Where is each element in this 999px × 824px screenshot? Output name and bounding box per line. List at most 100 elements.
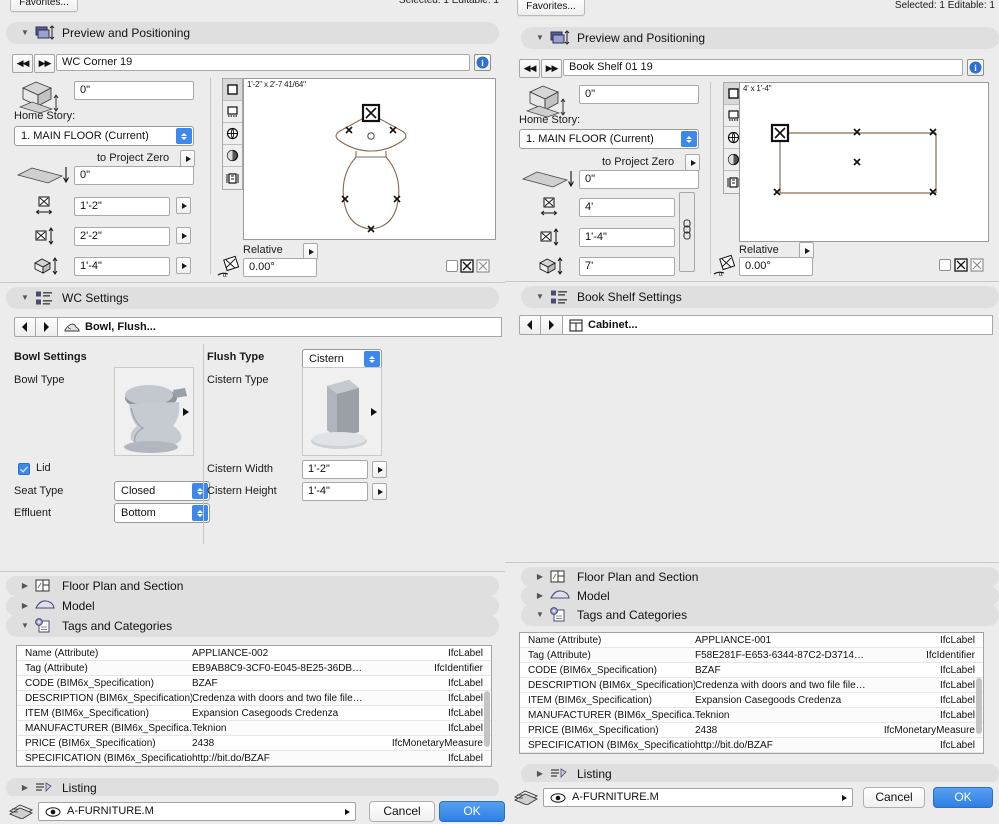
disclosure-triangle-closed-icon[interactable]: ▶ <box>18 784 32 792</box>
project-zero-popup-button[interactable] <box>685 154 700 171</box>
attributes-scrollbar-thumb[interactable] <box>484 691 490 747</box>
section-header-model[interactable]: ▶ Model <box>521 586 999 606</box>
section-header-bookshelf-settings[interactable]: ▼ Book Shelf Settings <box>521 286 999 308</box>
cistern-type-picker[interactable] <box>302 367 382 456</box>
object-preview-2d[interactable]: 1'-2" x 2'-7 41/64" <box>243 78 496 240</box>
project-zero-popup-button[interactable] <box>180 150 195 167</box>
view-3d-shaded-button[interactable] <box>223 145 242 167</box>
cistern-width-field[interactable]: 1'-2" <box>302 460 368 479</box>
object-name-field[interactable]: Book Shelf 01 19 <box>563 59 963 76</box>
section-header-preview-positioning[interactable]: ▼ Preview and Positioning <box>521 27 999 49</box>
home-story-stepper-icon[interactable] <box>681 131 697 147</box>
depth-field[interactable]: 2'-2" <box>74 227 170 246</box>
section-header-floor-plan-section[interactable]: ▶ Floor Plan and Section <box>521 567 999 587</box>
proportional-lock-toggle[interactable] <box>679 192 695 272</box>
table-row[interactable]: ITEM (BIM6x_Specification) Expansion Case… <box>520 693 983 708</box>
prev-object-button[interactable]: ◀◀ <box>12 54 33 73</box>
seat-type-select[interactable]: Closed <box>114 481 210 501</box>
disclosure-triangle-open-icon[interactable]: ▼ <box>533 611 547 619</box>
attributes-scrollbar-thumb[interactable] <box>976 678 982 734</box>
project-zero-field[interactable]: 0" <box>579 170 699 189</box>
cistern-height-popup-button[interactable] <box>372 483 387 500</box>
preview-view-toolbar[interactable] <box>222 78 243 190</box>
disclosure-triangle-open-icon[interactable]: ▼ <box>18 29 32 37</box>
settings-page-prev-button[interactable] <box>519 315 541 335</box>
mirror-y-toggle[interactable] <box>970 258 984 272</box>
disclosure-triangle-closed-icon[interactable]: ▶ <box>533 770 547 778</box>
section-header-preview-positioning[interactable]: ▼ Preview and Positioning <box>6 22 499 44</box>
table-row[interactable]: Name (Attribute) APPLIANCE-002 IfcLabel <box>17 646 491 661</box>
mirror-none-toggle[interactable] <box>939 259 951 271</box>
home-story-stepper-icon[interactable] <box>176 128 192 144</box>
table-row[interactable]: DESCRIPTION (BIM6x_Specification) Credenz… <box>17 691 491 706</box>
prev-object-button[interactable]: ◀◀ <box>519 59 540 78</box>
table-row[interactable]: CODE (BIM6x_Specification) BZAF IfcLabel <box>520 663 983 678</box>
elevation-from-story-field[interactable]: 0" <box>74 81 194 100</box>
view-2d-symbol-button[interactable] <box>223 79 242 101</box>
lid-checkbox[interactable] <box>18 463 30 475</box>
home-story-select[interactable]: 1. MAIN FLOOR (Current) <box>519 129 699 149</box>
table-row[interactable]: Tag (Attribute) EB9AB8C9-3CF0-E045-8E25-3… <box>17 661 491 676</box>
width-popup-button[interactable] <box>176 197 191 214</box>
view-3d-front-button[interactable] <box>223 101 242 123</box>
table-row[interactable]: SPECIFICATION (BIM6x_Specification) http:… <box>17 751 491 766</box>
settings-page-selector[interactable]: Bowl, Flush... <box>58 317 502 337</box>
section-header-tags-categories[interactable]: ▼ Tags and Categories <box>521 604 999 626</box>
depth-field[interactable]: 1'-4" <box>579 228 675 247</box>
effluent-select[interactable]: Bottom <box>114 503 210 523</box>
layer-dropdown-arrow-icon[interactable] <box>345 809 350 815</box>
disclosure-triangle-open-icon[interactable]: ▼ <box>18 622 32 630</box>
width-field[interactable]: 1'-2" <box>74 197 170 216</box>
disclosure-triangle-closed-icon[interactable]: ▶ <box>18 582 32 590</box>
bowl-type-picker[interactable] <box>114 367 194 456</box>
section-header-wc-settings[interactable]: ▼ WC Settings <box>6 287 499 309</box>
table-row[interactable]: Tag (Attribute) F58E281F-E653-6344-87C2-D… <box>520 648 983 663</box>
disclosure-triangle-closed-icon[interactable]: ▶ <box>533 592 547 600</box>
cancel-button[interactable]: Cancel <box>863 787 925 808</box>
section-header-tags-categories[interactable]: ▼ Tags and Categories <box>6 615 499 637</box>
object-preview-2d[interactable]: 4' x 1'-4" <box>739 82 989 242</box>
settings-page-selector[interactable]: Cabinet... <box>563 315 993 335</box>
table-row[interactable]: DESCRIPTION (BIM6x_Specification) Credenz… <box>520 678 983 693</box>
favorites-button[interactable]: Favorites... <box>10 0 78 12</box>
layer-selector[interactable]: A-FURNITURE.M <box>38 802 356 821</box>
disclosure-triangle-open-icon[interactable]: ▼ <box>533 293 547 301</box>
settings-page-next-button[interactable] <box>541 315 563 335</box>
rotation-angle-field[interactable]: 0.00° <box>739 257 813 276</box>
table-row[interactable]: ITEM (BIM6x_Specification) Expansion Case… <box>17 706 491 721</box>
table-row[interactable]: Name (Attribute) APPLIANCE-001 IfcLabel <box>520 633 983 648</box>
section-header-listing[interactable]: ▶ Listing <box>521 764 999 784</box>
disclosure-triangle-closed-icon[interactable]: ▶ <box>18 602 32 610</box>
table-row[interactable]: PRICE (BIM6x_Specification) 2438 IfcMoneta… <box>17 736 491 751</box>
cistern-type-arrow-icon[interactable] <box>371 407 377 416</box>
bowl-type-arrow-icon[interactable] <box>183 407 189 416</box>
info-button[interactable]: i <box>967 59 984 76</box>
cistern-width-popup-button[interactable] <box>372 461 387 478</box>
attributes-table[interactable]: Name (Attribute) APPLIANCE-001 IfcLabel Tag… <box>519 632 984 754</box>
layer-dropdown-arrow-icon[interactable] <box>842 795 847 801</box>
disclosure-triangle-closed-icon[interactable]: ▶ <box>533 573 547 581</box>
height-field[interactable]: 7' <box>579 257 675 276</box>
rotation-angle-field[interactable]: 0.00° <box>243 258 317 277</box>
mirror-none-toggle[interactable] <box>446 260 458 272</box>
project-zero-field[interactable]: 0" <box>74 166 194 185</box>
table-row[interactable]: MANUFACTURER (BIM6x_Specifica… Teknion Ifc… <box>520 708 983 723</box>
width-field[interactable]: 4' <box>579 198 675 217</box>
table-row[interactable]: MANUFACTURER (BIM6x_Specifica… Teknion Ifc… <box>17 721 491 736</box>
mirror-y-toggle[interactable] <box>476 259 490 273</box>
attributes-table[interactable]: Name (Attribute) APPLIANCE-002 IfcLabel Tag… <box>16 645 492 767</box>
cistern-height-field[interactable]: 1'-4" <box>302 482 368 501</box>
section-header-listing[interactable]: ▶ Listing <box>6 778 499 798</box>
disclosure-triangle-open-icon[interactable]: ▼ <box>18 294 32 302</box>
elevation-from-story-field[interactable]: 0" <box>579 85 699 104</box>
object-name-field[interactable]: WC Corner 19 <box>56 54 470 71</box>
settings-page-next-button[interactable] <box>36 317 58 337</box>
favorites-button[interactable]: Favorites... <box>517 0 585 16</box>
cancel-button[interactable]: Cancel <box>369 801 435 822</box>
mirror-x-toggle[interactable] <box>954 258 968 272</box>
ok-button[interactable]: OK <box>439 801 505 822</box>
section-header-model[interactable]: ▶ Model <box>6 596 499 616</box>
height-popup-button[interactable] <box>176 257 191 274</box>
view-section-button[interactable] <box>223 167 242 189</box>
settings-page-prev-button[interactable] <box>14 317 36 337</box>
